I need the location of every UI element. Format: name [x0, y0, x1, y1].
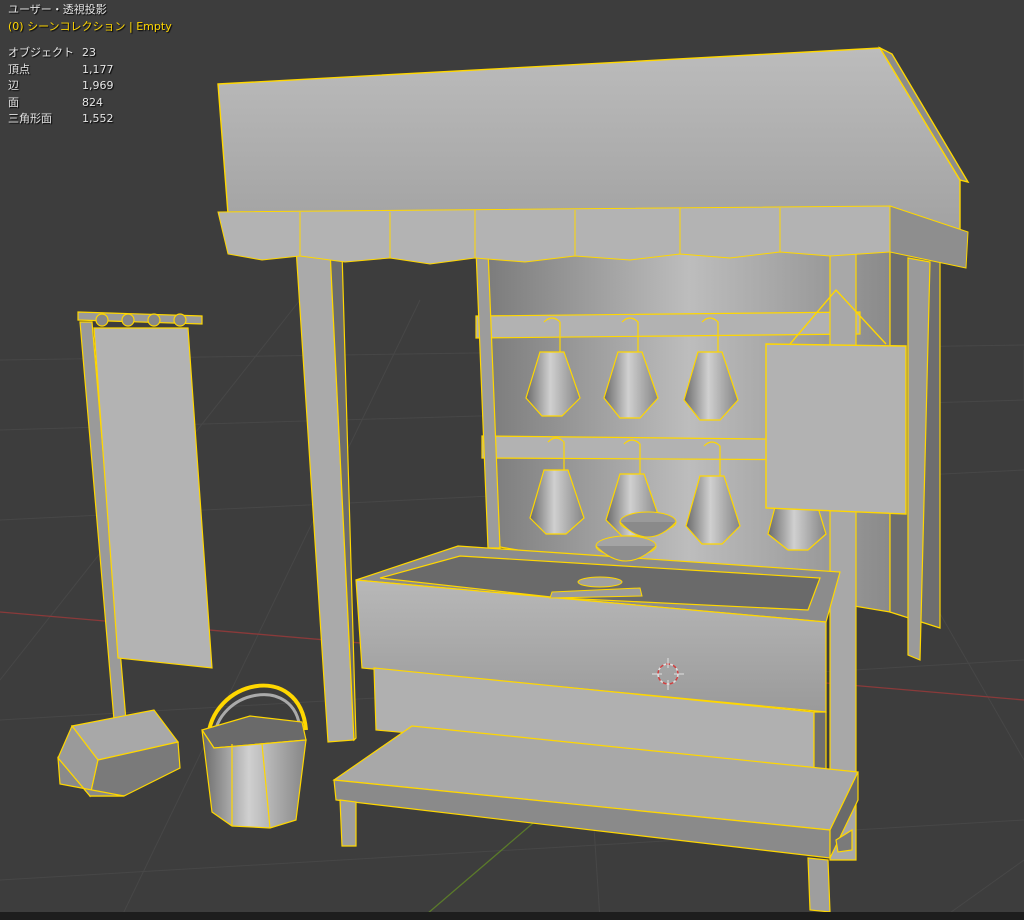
- stat-value-faces: 824: [82, 95, 103, 109]
- banner-stand[interactable]: [57, 311, 213, 798]
- stat-value-objects: 23: [82, 46, 96, 59]
- scene-statistics: オブジェクト 23 頂点 1,177 辺 1,969 面 824 三角形面 1,…: [8, 45, 172, 128]
- 3d-viewport[interactable]: ユーザー・透視投影 (0) シーンコレクション | Empty オブジェクト 2…: [0, 0, 1024, 920]
- shelf-upper[interactable]: [475, 311, 861, 339]
- stat-value-vertices: 1,177: [82, 62, 114, 76]
- right-front-post[interactable]: [829, 247, 857, 861]
- scene-canvas[interactable]: [0, 0, 1024, 920]
- stat-value-edges: 1,969: [82, 79, 114, 92]
- active-collection-label: (0) シーンコレクション | Empty: [8, 19, 172, 33]
- stat-label-objects: オブジェクト: [8, 46, 74, 59]
- viewport-info-overlay: ユーザー・透視投影 (0) シーンコレクション | Empty オブジェクト 2…: [8, 2, 172, 128]
- stat-label-vertices: 頂点: [8, 62, 30, 76]
- stat-label-edges: 辺: [8, 79, 19, 92]
- bucket[interactable]: [201, 683, 308, 829]
- view-mode-label: ユーザー・透視投影: [8, 3, 107, 16]
- left-front-post[interactable]: [295, 247, 357, 743]
- stall-roof[interactable]: [217, 46, 970, 233]
- stat-label-triangles: 三角形面: [8, 112, 52, 125]
- stat-label-faces: 面: [8, 95, 19, 109]
- stat-value-triangles: 1,552: [82, 112, 114, 125]
- status-bar: [0, 912, 1024, 920]
